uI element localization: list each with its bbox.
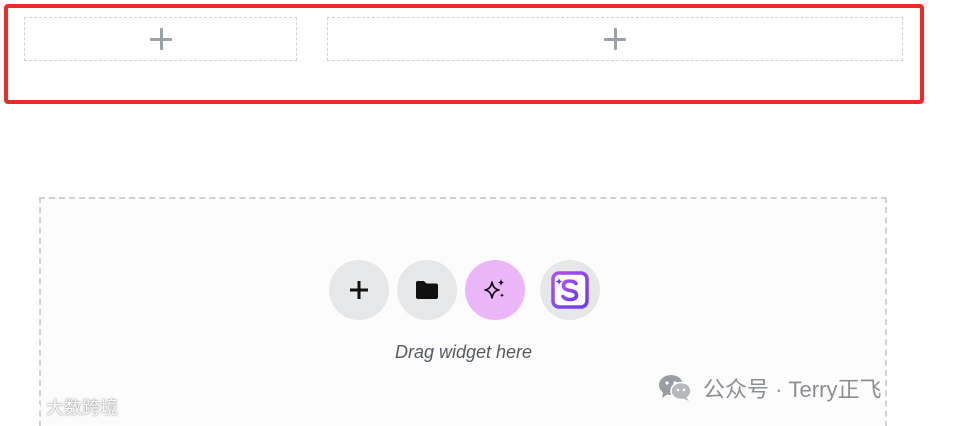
watermark-right-text: 公众号 · Terry正飞 [703, 377, 882, 402]
add-section-button[interactable] [329, 260, 389, 320]
sparkles-icon [484, 279, 504, 299]
plus-icon [350, 281, 368, 299]
wechat-icon [659, 375, 692, 401]
folder-icon [416, 281, 438, 299]
add-widget-plus-icon-right[interactable] [604, 28, 626, 50]
drag-widget-hint: Drag widget here [394, 342, 533, 362]
watermark-left: 大数跨境 [6, 394, 118, 420]
empty-column-left[interactable] [24, 17, 297, 61]
s-logo-icon [551, 271, 589, 309]
brand-logo-icon [7, 398, 41, 416]
empty-column-right[interactable] [327, 17, 903, 61]
add-widget-plus-icon-left[interactable] [149, 28, 172, 50]
drop-zone-actions [329, 260, 600, 320]
watermark-right: 公众号 · Terry正飞 [657, 372, 881, 404]
page: Drag widget here 大数跨境 公众号 · Terry正飞 [0, 0, 961, 426]
watermark-left-text: 大数跨境 [46, 398, 118, 418]
add-template-button[interactable] [397, 260, 457, 320]
starter-templates-button[interactable] [540, 260, 600, 320]
ai-generate-button[interactable] [465, 260, 525, 320]
